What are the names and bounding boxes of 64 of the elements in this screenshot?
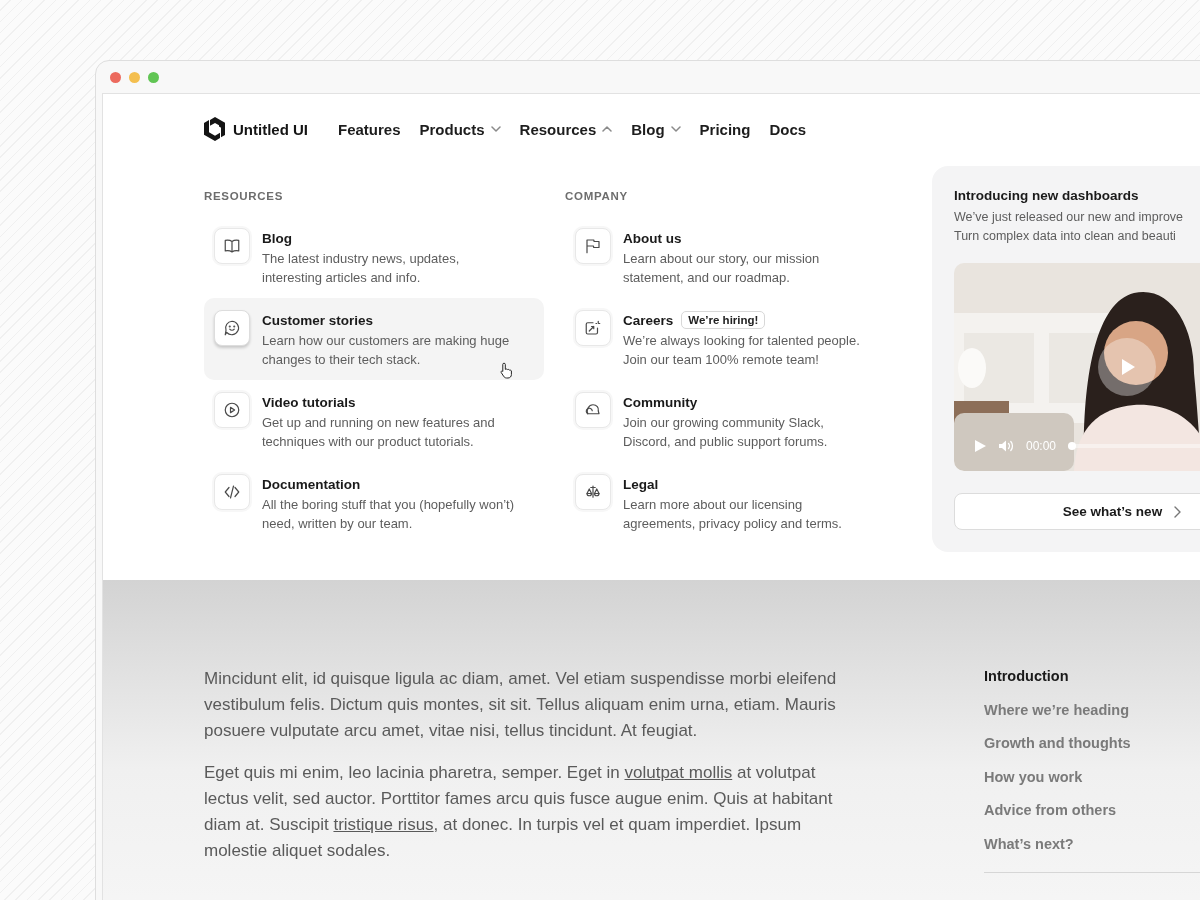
menu-item-description: Learn how our customers are making huge changes to their tech stack. [262, 332, 511, 369]
scales-icon [575, 474, 611, 510]
menu-item[interactable]: Community Join our growing community Slack, Discord, and public support forums. [565, 380, 905, 462]
toc-link[interactable]: Advice from others [984, 800, 1200, 834]
play-button[interactable] [1098, 338, 1156, 396]
inline-link[interactable]: volutpat mollis [624, 763, 733, 782]
nav-link[interactable]: Pricing [699, 120, 751, 138]
book-icon [214, 228, 250, 264]
toc-link[interactable]: What’s next? [984, 833, 1200, 868]
card-title: Introducing new dashboards [954, 188, 1140, 203]
logo-icon [204, 117, 226, 141]
menu-item-title: Careers [623, 312, 674, 328]
menu-item-description: We’re always looking for talented people. Join our team 100% remote team! [623, 332, 861, 369]
see-whats-new-button[interactable]: See what’s new [954, 493, 1200, 530]
window-control-dot[interactable] [129, 71, 140, 83]
menu-item-title: Customer stories [262, 312, 374, 328]
inline-link[interactable]: tristique risus [333, 815, 434, 834]
toc-link[interactable]: Growth and thoughts [984, 733, 1200, 767]
menu-item[interactable]: Careers We’re hiring! We’re always looking for talented people. Join our team 100% remote team! [565, 298, 905, 380]
nav-link[interactable]: Resources [519, 120, 613, 138]
menu-item-description: Get up and running on new features and techniques with our product tutorials. [262, 414, 496, 451]
menu-item[interactable]: About us Learn about our story, our mission statement, and our roadmap. [565, 216, 905, 298]
video-time: 00:00 [1026, 439, 1057, 453]
nav-link[interactable]: Blog [631, 120, 681, 138]
menu-item-description: All the boring stuff that you (hopefully won’t) need, written by our team. [262, 496, 514, 533]
menu-item-title: Documentation [262, 476, 361, 492]
menu-item-description: Learn about our story, our mission statement, and our roadmap. [623, 250, 821, 287]
menu-item-description: Join our growing community Slack, Discord, and public support forums. [623, 414, 829, 451]
card-text-line: Turn complex data into clean and beauti [954, 228, 1177, 245]
menu-item[interactable]: Blog The latest industry news, updates, interesting articles and info. [204, 216, 544, 298]
image-sparkle-icon [575, 310, 611, 346]
window-control-dot[interactable] [110, 71, 121, 83]
section-heading: COMPANY [565, 190, 629, 204]
chevron-right-icon [1174, 505, 1182, 518]
menu-item-title: Blog [262, 230, 292, 246]
nav-link[interactable]: Docs [769, 120, 807, 138]
menu-item[interactable]: Video tutorials Get up and running on new features and techniques with our product tutorials. [204, 380, 544, 462]
menu-item-title: About us [623, 230, 682, 246]
toc-link[interactable]: Introduction [984, 666, 1200, 700]
window-control-dot[interactable] [148, 71, 159, 83]
flag-icon [575, 228, 611, 264]
article-paragraph: Eget quis mi enim, leo lacinia pharetra, semper. Eget in volutpat mollis at volutpat lectus velit, sed auctor. Porttitor fames arcu quis fusce augue enim. Quis at habitant diam at. Suscipit tristique risus, at donec. In turpis vel et quam imperdiet. Ipsum molestie aliquet sodales. [204, 762, 834, 862]
smiley-chat-icon [214, 310, 250, 346]
hiring-badge: We’re hiring! [681, 311, 766, 329]
volume-icon[interactable] [999, 440, 1014, 452]
nav-link[interactable]: Products [419, 120, 501, 138]
card-text-line: We’ve just released our new and improve [954, 209, 1185, 226]
pointer-cursor-icon [500, 362, 514, 379]
play-icon[interactable] [974, 439, 987, 453]
menu-item[interactable]: Documentation All the boring stuff that you (hopefully won’t) need, written by our team. [204, 462, 544, 544]
menu-item-title: Legal [623, 476, 659, 492]
nav-link[interactable]: Features [338, 120, 401, 138]
menu-item-title: Video tutorials [262, 394, 356, 410]
menu-item-title: Community [623, 394, 698, 410]
menu-item[interactable]: Customer stories Learn how our customers are making huge changes to their tech stack. [204, 298, 544, 380]
code-icon [214, 474, 250, 510]
menu-item-description: The latest industry news, updates, interesting articles and info. [262, 250, 461, 287]
progress-thumb[interactable] [1068, 442, 1077, 450]
toc-link[interactable]: How you work [984, 766, 1200, 801]
menu-item-description: Learn more about our licensing agreements, privacy policy and terms. [623, 496, 843, 533]
menu-item[interactable]: Legal Learn more about our licensing agreements, privacy policy and terms. [565, 462, 905, 544]
brand-name[interactable]: Untitled UI [233, 120, 308, 138]
article-paragraph: Mincidunt elit, id quisque ligula ac diam, amet. Vel etiam suspendisse morbi eleifend vestibulum felis. Dictum quis montes, sit sit. Tellus aliquam enim urna, etiam. Mauris posuere vulputate arcu amet, vitae nisi, tellus tincidunt. At feugiat. [204, 668, 838, 742]
section-heading: RESOURCES [204, 190, 285, 204]
